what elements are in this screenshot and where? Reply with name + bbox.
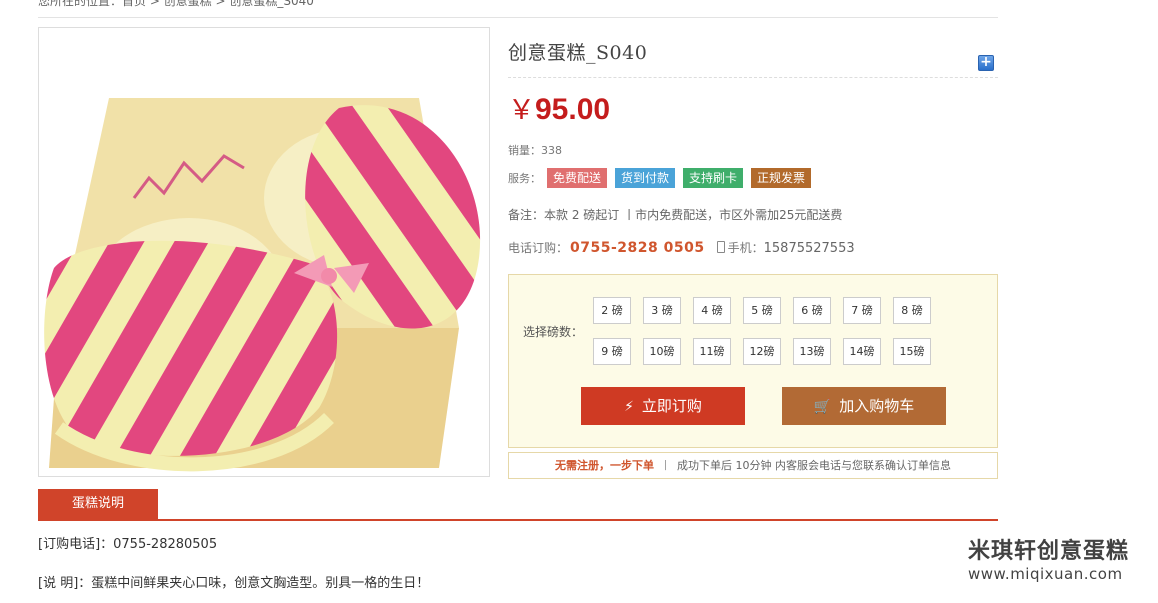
service-badge-invoice: 正规发票: [751, 168, 812, 188]
size-option-9[interactable]: 9 磅: [593, 338, 631, 365]
description-phone: [订购电话]：0755-28280505: [38, 537, 218, 552]
mobile-label: 手机：: [727, 241, 764, 255]
services-row: 服务： 免费配送 货到付款 支持刷卡 正规发票: [508, 168, 812, 188]
size-option-10[interactable]: 10磅: [643, 338, 681, 365]
choose-size-label: 选择磅数：: [523, 325, 584, 339]
cart-icon: 🛒: [813, 399, 832, 415]
size-option-4[interactable]: 4 磅: [693, 297, 731, 324]
services-label: 服务：: [508, 172, 541, 185]
sales-count: 销量：338: [508, 142, 562, 158]
add-to-cart-button[interactable]: 🛒 加入购物车: [782, 387, 946, 425]
mobile-number: 15875527553: [763, 241, 855, 256]
title-divider: [508, 77, 998, 78]
brand-watermark: 米琪轩创意蛋糕 www.miqixuan.com: [968, 533, 1129, 583]
phone-number: 0755-2828 0505: [570, 240, 705, 256]
cake-image: [39, 28, 489, 476]
plus-icon[interactable]: +: [978, 55, 994, 71]
product-price: ￥95.00: [508, 88, 610, 127]
size-option-2[interactable]: 2 磅: [593, 297, 631, 324]
size-option-6[interactable]: 6 磅: [793, 297, 831, 324]
description-divider: [38, 519, 998, 521]
order-note: 备注：本款 2 磅起订 丨市内免费配送，市区外需加25元配送费: [508, 208, 843, 222]
order-box: 选择磅数： 2 磅 3 磅 4 磅 5 磅 6 磅 7 磅 8 磅 9 磅 10…: [508, 274, 998, 448]
brand-url: www.miqixuan.com: [968, 565, 1123, 583]
size-option-7[interactable]: 7 磅: [843, 297, 881, 324]
product-photo[interactable]: [38, 27, 490, 477]
tab-cake-description[interactable]: 蛋糕说明: [38, 489, 158, 519]
lightning-icon: ⚡: [624, 399, 634, 415]
sales-value: 338: [541, 144, 562, 157]
phone-row: 电话订购： 0755-2828 0505 手机： 15875527553: [508, 239, 855, 256]
breadcrumb: 您所在的位置：首页 > 创意蛋糕 > 创意蛋糕_S040: [38, 0, 314, 8]
service-badge-free-delivery: 免费配送: [547, 168, 608, 188]
order-info-strip: 无需注册，一步下单丨成功下单后 10分钟 内客服会电话与您联系确认订单信息: [508, 452, 998, 479]
size-option-8[interactable]: 8 磅: [893, 297, 931, 324]
info-highlight: 无需注册，一步下单: [555, 459, 654, 472]
price-amount: 95.00: [535, 93, 611, 126]
mobile-phone-icon: [716, 241, 725, 253]
size-option-5[interactable]: 5 磅: [743, 297, 781, 324]
service-badge-card-payment: 支持刷卡: [683, 168, 744, 188]
description-text: [说 明]：蛋糕中间鲜果夹心口味，创意文胸造型。别具一格的生日！: [38, 576, 430, 591]
phone-label: 电话订购：: [508, 241, 569, 255]
size-option-3[interactable]: 3 磅: [643, 297, 681, 324]
breadcrumb-divider: [38, 17, 998, 18]
size-option-12[interactable]: 12磅: [743, 338, 781, 365]
buy-now-label: 立即订购: [641, 397, 702, 415]
size-option-13[interactable]: 13磅: [793, 338, 831, 365]
currency-symbol: ￥: [508, 95, 535, 126]
size-option-11[interactable]: 11磅: [693, 338, 731, 365]
sales-label: 销量：: [508, 144, 541, 157]
info-text: 成功下单后 10分钟 内客服会电话与您联系确认订单信息: [677, 459, 951, 472]
brand-name: 米琪轩创意蛋糕: [968, 539, 1130, 564]
info-separator: 丨: [660, 459, 671, 472]
add-to-cart-label: 加入购物车: [839, 397, 915, 415]
buy-now-button[interactable]: ⚡ 立即订购: [581, 387, 745, 425]
product-title: 创意蛋糕_S040: [508, 42, 648, 64]
service-badge-cash-on-delivery: 货到付款: [615, 168, 676, 188]
size-option-15[interactable]: 15磅: [893, 338, 931, 365]
size-option-14[interactable]: 14磅: [843, 338, 881, 365]
